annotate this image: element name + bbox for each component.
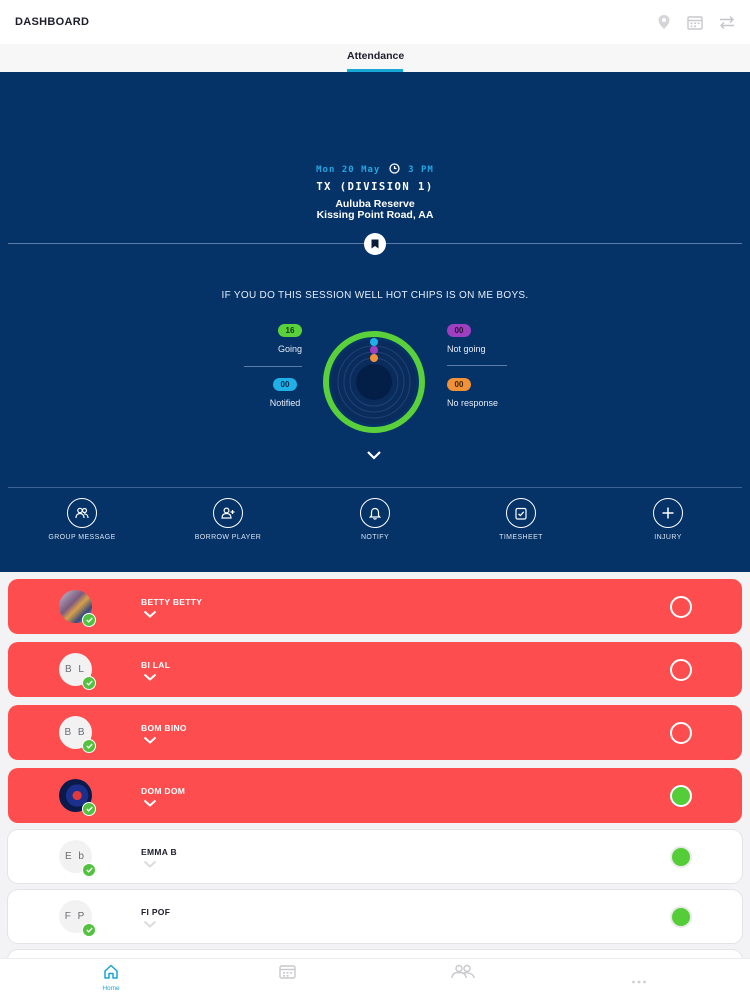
attendance-toggle[interactable] (670, 785, 692, 807)
group-message-button[interactable]: GROUP MESSAGE (22, 498, 142, 541)
calendar-icon[interactable] (687, 15, 703, 30)
player-name: EMMA B (141, 847, 177, 857)
action-label: TIMESHEET (499, 534, 543, 541)
check-icon (82, 923, 96, 937)
add-user-icon (213, 498, 243, 528)
not-going-count: 00 (447, 324, 471, 337)
chevron-down-icon[interactable] (366, 450, 382, 460)
event-date: Mon 20 May (316, 165, 381, 175)
attendance-toggle[interactable] (670, 722, 692, 744)
check-icon (82, 802, 96, 816)
more-icon (632, 980, 646, 984)
stat-divider (244, 366, 302, 367)
chevron-down-icon[interactable] (143, 860, 157, 868)
action-label: INJURY (654, 534, 682, 541)
action-label: GROUP MESSAGE (48, 534, 116, 541)
clipboard-check-icon (506, 498, 536, 528)
tab-bar: Attendance (0, 44, 750, 72)
timesheet-button[interactable]: TIMESHEET (461, 498, 581, 541)
chevron-down-icon[interactable] (143, 736, 157, 744)
attendance-ring (323, 331, 425, 433)
location-pin-icon[interactable] (657, 14, 671, 30)
attendance-toggle[interactable] (670, 846, 692, 868)
list-item[interactable]: BETTY BETTY (8, 579, 742, 634)
bookmark-icon (371, 239, 379, 249)
check-icon (82, 863, 96, 877)
page-title: DASHBOARD (15, 16, 90, 28)
notified-count: 00 (273, 378, 297, 391)
check-icon (82, 739, 96, 753)
swap-icon[interactable] (719, 15, 735, 30)
list-item[interactable]: E b EMMA B (8, 830, 742, 883)
nav-label: Home (102, 985, 120, 992)
header-icons (657, 14, 735, 30)
people-icon (451, 964, 475, 979)
attendance-toggle[interactable] (670, 596, 692, 618)
event-message: IF YOU DO THIS SESSION WELL HOT CHIPS IS… (221, 290, 529, 301)
divider (8, 487, 742, 488)
home-icon (104, 964, 118, 979)
list-item[interactable]: DOM DOM (8, 768, 742, 823)
not-going-label: Not going (447, 344, 486, 354)
bell-icon (360, 498, 390, 528)
app: DASHBOARD Attendance Mon 20 May 3 PM TX … (0, 0, 750, 1000)
chevron-down-icon[interactable] (143, 920, 157, 928)
action-label: NOTIFY (360, 534, 390, 541)
nav-home[interactable]: Home (81, 964, 141, 992)
chevron-down-icon[interactable] (143, 610, 157, 618)
nav-more[interactable] (609, 971, 669, 989)
borrow-player-button[interactable]: BORROW PLAYER (168, 498, 288, 541)
clock-icon (389, 163, 400, 174)
check-icon (82, 676, 96, 690)
attendance-toggle[interactable] (670, 906, 692, 928)
event-panel: Mon 20 May 3 PM TX (DIVISION 1) Auluba R… (0, 72, 750, 572)
attendance-toggle[interactable] (670, 659, 692, 681)
venue-address: Kissing Point Road, AA (316, 209, 434, 221)
nav-calendar[interactable] (257, 964, 317, 984)
notified-label: Notified (269, 398, 301, 408)
stat-no-response: 00 No response (447, 378, 498, 408)
plus-icon (653, 498, 683, 528)
nav-people[interactable] (433, 964, 493, 984)
no-response-label: No response (447, 398, 499, 408)
list-item[interactable]: F P FI POF (8, 890, 742, 943)
list-item[interactable]: B B BOM BINO (8, 705, 742, 760)
group-icon (67, 498, 97, 528)
action-label: BORROW PLAYER (194, 534, 262, 541)
stat-not-going: 00 Not going (447, 324, 486, 354)
tab-attendance[interactable]: Attendance (347, 44, 404, 72)
stat-going: 16 Going (270, 324, 310, 354)
no-response-count: 00 (447, 378, 471, 391)
injury-button[interactable]: INJURY (608, 498, 728, 541)
list-item[interactable]: B L BI LAL (8, 642, 742, 697)
bookmark-button[interactable] (364, 233, 386, 255)
chevron-down-icon[interactable] (143, 673, 157, 681)
notify-button[interactable]: NOTIFY (315, 498, 435, 541)
venue: Auluba Reserve Kissing Point Road, AA (0, 199, 750, 221)
player-name: FI POF (141, 907, 171, 917)
chevron-down-icon[interactable] (143, 799, 157, 807)
top-bar: DASHBOARD (0, 0, 750, 44)
calendar-icon (278, 965, 296, 979)
team-name: TX (DIVISION 1) (316, 181, 434, 193)
bottom-nav: Home (0, 958, 750, 1000)
player-name: BETTY BETTY (141, 597, 203, 607)
player-name: BI LAL (141, 660, 171, 670)
going-label: Going (277, 344, 303, 354)
stat-notified: 00 Notified (262, 378, 308, 408)
check-icon (82, 613, 96, 627)
player-name: BOM BINO (141, 723, 187, 733)
event-datetime: Mon 20 May 3 PM (0, 163, 750, 175)
stat-divider (447, 365, 507, 366)
player-name: DOM DOM (141, 786, 186, 796)
event-time: 3 PM (408, 165, 434, 175)
going-count: 16 (278, 324, 302, 337)
